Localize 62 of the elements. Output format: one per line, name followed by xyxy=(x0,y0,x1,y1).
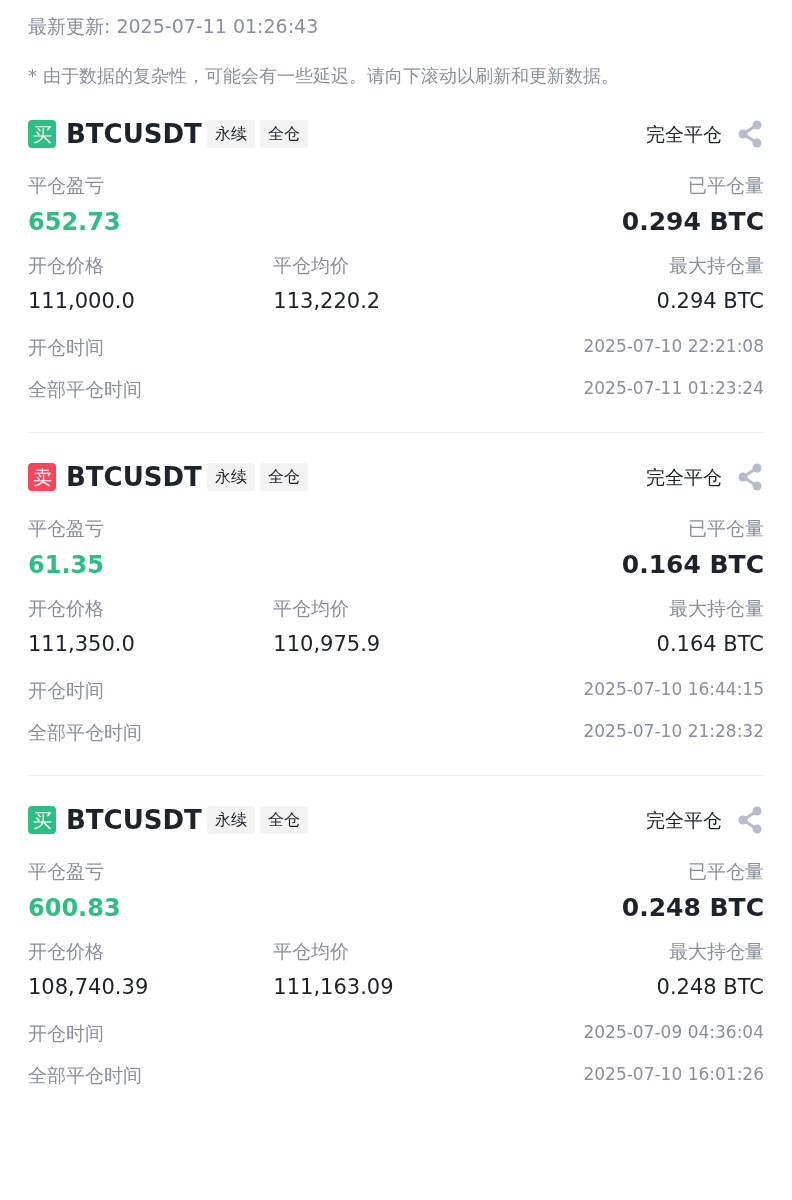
field-label: 平仓盈亏 xyxy=(28,173,105,198)
field-label: 开仓价格 xyxy=(28,939,105,964)
field-value: 110,975.9 xyxy=(273,631,382,658)
field-label: 开仓价格 xyxy=(28,253,105,278)
last-updated-text: 最新更新: 2025-07-11 01:26:43 xyxy=(28,14,320,39)
field-label: 平仓盈亏 xyxy=(28,516,104,541)
field-label: 平仓均价 xyxy=(273,596,351,621)
disclaimer-text: * 由于数据的复杂性，可能会有一些延迟。请向下滚动以刷新和更新数据。 xyxy=(28,64,620,88)
field-value: 113,220.2 xyxy=(273,288,382,315)
side-badge: 买 xyxy=(28,120,56,148)
field-value: 0.294 BTC xyxy=(656,288,764,315)
share-icon[interactable] xyxy=(736,806,764,834)
time-value: 2025-07-10 16:01:26 xyxy=(583,1063,764,1087)
pnl-value: 652.73 xyxy=(28,207,121,238)
time-value: 2025-07-11 01:23:24 xyxy=(583,377,764,401)
field-value: 111,350.0 xyxy=(28,631,136,658)
time-value: 2025-07-10 16:44:15 xyxy=(583,678,764,702)
field-label: 最大持仓量 xyxy=(669,596,764,621)
close-all-button[interactable]: 完全平仓 xyxy=(646,462,722,492)
time-value: 2025-07-09 04:36:04 xyxy=(583,1021,764,1045)
close-all-button[interactable]: 完全平仓 xyxy=(646,119,722,149)
symbol-text: BTCUSDT xyxy=(66,803,202,837)
field-label: 最大持仓量 xyxy=(669,253,764,278)
share-icon[interactable] xyxy=(736,463,764,491)
tag: 永续 xyxy=(206,463,255,491)
tag: 全仓 xyxy=(259,806,308,834)
time-value: 2025-07-10 21:28:32 xyxy=(583,720,764,744)
tag: 永续 xyxy=(206,806,255,834)
field-label: 平仓均价 xyxy=(273,939,351,964)
field-label: 已平仓量 xyxy=(688,516,764,541)
field-label: 开仓时间 xyxy=(28,334,104,360)
pnl-value: 61.35 xyxy=(28,550,104,581)
field-value: 0.294 BTC xyxy=(621,206,764,238)
field-value: 0.248 BTC xyxy=(621,892,764,924)
symbol-text: BTCUSDT xyxy=(66,117,202,151)
close-all-button[interactable]: 完全平仓 xyxy=(646,805,722,835)
symbol-text: BTCUSDT xyxy=(66,460,202,494)
field-label: 全部平仓时间 xyxy=(28,1062,142,1088)
field-label: 平仓盈亏 xyxy=(28,859,105,884)
tag: 永续 xyxy=(206,120,255,148)
field-label: 开仓价格 xyxy=(28,596,105,621)
field-label: 平仓均价 xyxy=(273,253,351,278)
field-label: 已平仓量 xyxy=(688,859,764,884)
field-value: 108,740.39 xyxy=(28,974,150,1001)
field-label: 开仓时间 xyxy=(28,677,104,703)
field-value: 111,163.09 xyxy=(273,974,395,1001)
share-icon[interactable] xyxy=(736,120,764,148)
field-value: 0.248 BTC xyxy=(656,974,764,1001)
pnl-value: 600.83 xyxy=(28,893,121,924)
side-badge: 卖 xyxy=(28,463,56,491)
field-label: 全部平仓时间 xyxy=(28,719,142,745)
field-value: 0.164 BTC xyxy=(656,631,764,658)
field-label: 最大持仓量 xyxy=(669,939,764,964)
field-label: 开仓时间 xyxy=(28,1020,104,1046)
field-label: 已平仓量 xyxy=(688,173,764,198)
field-value: 0.164 BTC xyxy=(621,549,764,581)
field-value: 111,000.0 xyxy=(28,288,136,315)
tag: 全仓 xyxy=(259,120,308,148)
side-badge: 买 xyxy=(28,806,56,834)
field-label: 全部平仓时间 xyxy=(28,376,142,402)
time-value: 2025-07-10 22:21:08 xyxy=(583,335,764,359)
tag: 全仓 xyxy=(259,463,308,491)
